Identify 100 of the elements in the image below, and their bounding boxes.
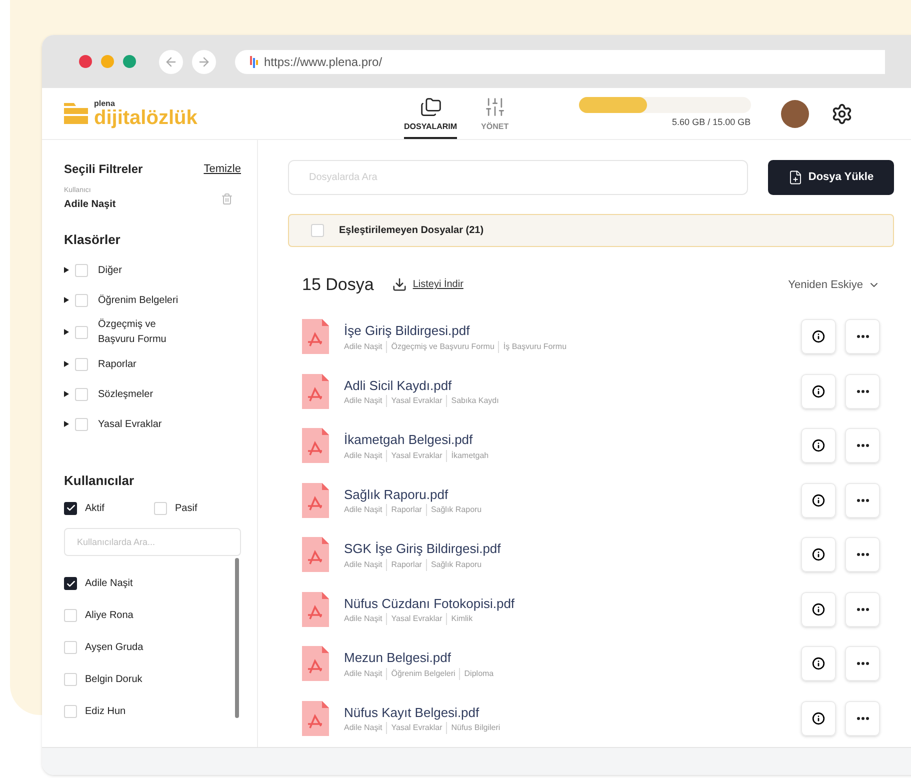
info-button[interactable] — [801, 482, 836, 518]
info-button[interactable] — [801, 537, 836, 572]
user-item[interactable]: Ayşen Gruda — [64, 632, 235, 664]
storage-reading: 5.60 GB / 15.00 GB — [672, 116, 751, 130]
info-button[interactable] — [801, 700, 836, 736]
expand-caret-icon[interactable] — [64, 267, 69, 273]
settings-icon[interactable] — [830, 102, 853, 124]
nav-tab[interactable]: YÖNET — [481, 88, 509, 139]
more-button[interactable] — [845, 428, 880, 464]
file-row[interactable]: Nüfus Kayıt Belgesi.pdf Adile Naşit Yasal Evraklar Nüfus Bilgileri — [302, 691, 880, 746]
folder-item[interactable]: Yasal Evraklar — [64, 409, 241, 439]
pdf-file-icon — [302, 537, 329, 572]
folder-item[interactable]: Raporlar — [64, 349, 241, 379]
file-tag: Sağlık Raporu — [426, 558, 486, 570]
folder-item[interactable]: Öğrenim Belgeleri — [64, 285, 241, 315]
file-plus-icon — [788, 170, 804, 185]
user-item[interactable]: Aliye Rona — [64, 600, 235, 632]
file-tag: Sabıka Kaydı — [446, 395, 503, 407]
user-label: Aliye Rona — [85, 609, 134, 623]
info-icon — [812, 330, 825, 344]
user-item[interactable]: Belgin Doruk — [64, 664, 235, 696]
file-row[interactable]: İşe Giriş Bildirgesi.pdf Adile Naşit Özgeçmiş ve Başvuru Formu İş Başvuru Formu — [302, 310, 880, 364]
file-tag: Yasal Evraklar — [386, 395, 446, 407]
status-option[interactable]: Pasif — [154, 500, 214, 516]
upload-button[interactable]: Dosya Yükle — [768, 160, 894, 195]
info-button[interactable] — [801, 319, 836, 354]
download-link[interactable]: Listeyi İndir — [412, 277, 464, 292]
user-item[interactable]: Adile Naşit — [64, 568, 235, 600]
file-row[interactable]: Sağlık Raporu.pdf Adile Naşit Raporlar Sağlık Raporu — [302, 473, 880, 528]
info-button[interactable] — [801, 428, 836, 464]
expand-caret-icon[interactable] — [64, 361, 69, 367]
more-button[interactable] — [845, 537, 880, 572]
sort-dropdown[interactable]: Yeniden Eskiye — [788, 276, 880, 293]
more-icon — [856, 716, 868, 720]
status-option[interactable]: Aktif — [64, 500, 124, 516]
expand-caret-icon[interactable] — [64, 391, 69, 397]
file-tag: Diploma — [459, 668, 498, 680]
back-button[interactable] — [159, 50, 183, 74]
folder-label: Yasal Evraklar — [98, 418, 163, 432]
file-tag: Adile Naşit — [344, 613, 386, 625]
file-tag: Raporlar — [386, 504, 426, 516]
pdf-file-icon — [302, 646, 329, 682]
file-tag: Yasal Evraklar — [386, 613, 446, 625]
user-item[interactable]: Ediz Hun — [64, 696, 235, 728]
file-name: Sağlık Raporu.pdf — [344, 486, 450, 504]
folder-item[interactable]: Özgeçmiş ve Başvuru Formu — [64, 315, 241, 349]
file-row[interactable]: İkametgah Belgesi.pdf Adile Naşit Yasal Evraklar İkametgah — [302, 418, 880, 473]
file-tag: İkametgah — [446, 450, 493, 462]
file-tag: Özgeçmiş ve Başvuru Formu — [386, 340, 498, 352]
more-button[interactable] — [845, 319, 880, 354]
file-name: Mezun Belgesi.pdf — [344, 649, 452, 667]
file-row[interactable]: Adli Sicil Kaydı.pdf Adile Naşit Yasal Evraklar Sabıka Kaydı — [302, 364, 880, 418]
more-icon — [856, 553, 868, 556]
more-button[interactable] — [845, 482, 880, 518]
file-name: SGK İşe Giriş Bildirgesi.pdf — [344, 540, 502, 558]
file-tag: Öğrenim Belgeleri — [386, 668, 460, 680]
forward-button[interactable] — [192, 50, 216, 74]
file-row[interactable]: SGK İşe Giriş Bildirgesi.pdf Adile Naşit Raporlar Sağlık Raporu — [302, 528, 880, 582]
avatar[interactable] — [780, 100, 809, 128]
expand-caret-icon[interactable] — [64, 297, 69, 303]
info-button[interactable] — [801, 646, 836, 682]
file-tag: Nüfus Bilgileri — [446, 722, 504, 734]
unmatched-banner[interactable]: Eşleştirilemeyen Dosyalar (21) — [288, 214, 894, 247]
folder-label: Özgeçmiş ve Başvuru Formu — [98, 318, 168, 347]
folder-item[interactable]: Diğer — [64, 255, 241, 285]
file-tag: Yasal Evraklar — [386, 722, 446, 734]
file-name: Nüfus Kayıt Belgesi.pdf — [344, 704, 480, 722]
sidebar-title: Seçili Filtreler — [64, 161, 143, 178]
file-row[interactable]: Mezun Belgesi.pdf Adile Naşit Öğrenim Belgeleri Diploma — [302, 636, 880, 691]
file-row[interactable]: Nüfus Cüzdanı Fotokopisi.pdf Adile Naşit Yasal Evraklar Kimlik — [302, 582, 880, 636]
folder-item[interactable]: Sözleşmeler — [64, 379, 241, 409]
users-title: Kullanıcılar — [64, 472, 136, 490]
expand-caret-icon[interactable] — [64, 329, 69, 335]
file-count: 15 Dosya — [302, 274, 374, 296]
pdf-file-icon — [302, 482, 329, 518]
info-button[interactable] — [801, 592, 836, 627]
address-bar[interactable]: https://www.plena.pro/ — [235, 50, 885, 74]
more-button[interactable] — [845, 646, 880, 682]
user-search-field[interactable]: Kullanıcılarda Ara... — [64, 528, 241, 556]
user-label: Adile Naşit — [85, 577, 133, 591]
more-icon — [856, 498, 868, 502]
checkbox[interactable] — [64, 502, 77, 514]
file-name: İkametgah Belgesi.pdf — [344, 431, 474, 449]
sliders-icon — [484, 96, 506, 118]
clear-link[interactable]: Temizle — [204, 160, 241, 178]
info-button[interactable] — [801, 374, 836, 409]
file-tag: Adile Naşit — [344, 340, 386, 352]
more-button[interactable] — [845, 592, 880, 627]
file-tag: İş Başvuru Formu — [498, 340, 571, 352]
download-icon[interactable] — [392, 277, 407, 292]
delete-icon[interactable] — [221, 192, 233, 205]
folder-logo-icon — [64, 102, 88, 124]
scrollbar-thumb[interactable] — [235, 558, 239, 718]
more-button[interactable] — [845, 374, 880, 409]
expand-caret-icon[interactable] — [64, 421, 69, 427]
user-label: Belgin Doruk — [85, 673, 142, 687]
more-button[interactable] — [845, 700, 880, 736]
checkbox[interactable] — [64, 577, 77, 590]
folders-title: Klasörler — [64, 230, 122, 248]
nav-tab[interactable]: DOSYALARIM — [404, 88, 458, 139]
